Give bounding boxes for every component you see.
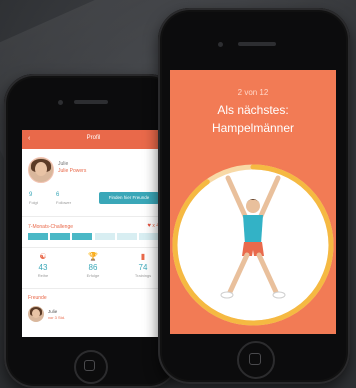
avatar[interactable] xyxy=(28,306,44,322)
timer-ring xyxy=(172,164,334,326)
heart-icon: ♥ xyxy=(147,223,151,229)
divider xyxy=(22,288,165,289)
exercise-name: Hampelmänner xyxy=(211,121,295,135)
home-button-icon xyxy=(84,360,95,371)
earpiece-speaker xyxy=(74,100,108,104)
friends-section-label: Freunde xyxy=(28,295,47,301)
friend-subtext: vor 3 Std. xyxy=(48,315,66,320)
metric-label: Erfolge xyxy=(86,273,100,278)
front-camera xyxy=(218,42,223,47)
metric-label: Trainings xyxy=(134,273,152,278)
challenge-segment xyxy=(28,233,49,240)
challenge-segment xyxy=(116,233,137,240)
following-count[interactable]: 9 xyxy=(29,192,32,198)
profile-header: ‹ Profil xyxy=(22,130,165,149)
avatar[interactable] xyxy=(28,157,54,183)
profile-title: Profil xyxy=(86,135,101,141)
challenge-label: 7-Monats-Challenge xyxy=(28,224,74,230)
phone-small: ‹ Profil Julie Julie Powers 9 Folgt 6 Fo… xyxy=(4,74,179,388)
bars-icon: ▮ xyxy=(140,252,146,261)
hiit-icon: ☯ xyxy=(39,252,47,261)
metric-label: Reihe xyxy=(37,273,49,278)
challenge-segment xyxy=(50,233,71,240)
friend-name: Julie xyxy=(48,309,58,314)
exercise-progress: 2 von 12 xyxy=(237,88,269,97)
divider xyxy=(22,216,165,217)
metric-value: 74 xyxy=(138,263,148,272)
following-label: Folgt xyxy=(29,200,38,205)
divider xyxy=(22,247,165,248)
challenge-segment xyxy=(72,233,93,240)
exercise-screen: 2 von 12 Als nächstes: Hampelmänner xyxy=(170,70,336,334)
metric-value: 86 xyxy=(88,263,98,272)
challenge-segment xyxy=(94,233,115,240)
earpiece-speaker xyxy=(238,42,276,46)
trophy-icon: 🏆 xyxy=(88,252,98,261)
front-camera xyxy=(58,100,63,105)
metric-value: 43 xyxy=(38,263,48,272)
user-first-name: Julie xyxy=(58,161,69,167)
challenge-segment xyxy=(138,233,159,240)
next-label: Als nächstes: xyxy=(217,103,289,117)
profile-screen: ‹ Profil Julie Julie Powers 9 Folgt 6 Fo… xyxy=(22,130,165,337)
find-friends-button[interactable]: Finden hier Freunde xyxy=(99,192,159,204)
follower-label: Follower xyxy=(56,200,72,205)
phone-large: 2 von 12 Als nächstes: Hampelmänner xyxy=(158,8,350,384)
user-full-name: Julie Powers xyxy=(58,168,87,174)
follower-count[interactable]: 6 xyxy=(56,192,59,198)
home-button-icon xyxy=(249,353,261,365)
